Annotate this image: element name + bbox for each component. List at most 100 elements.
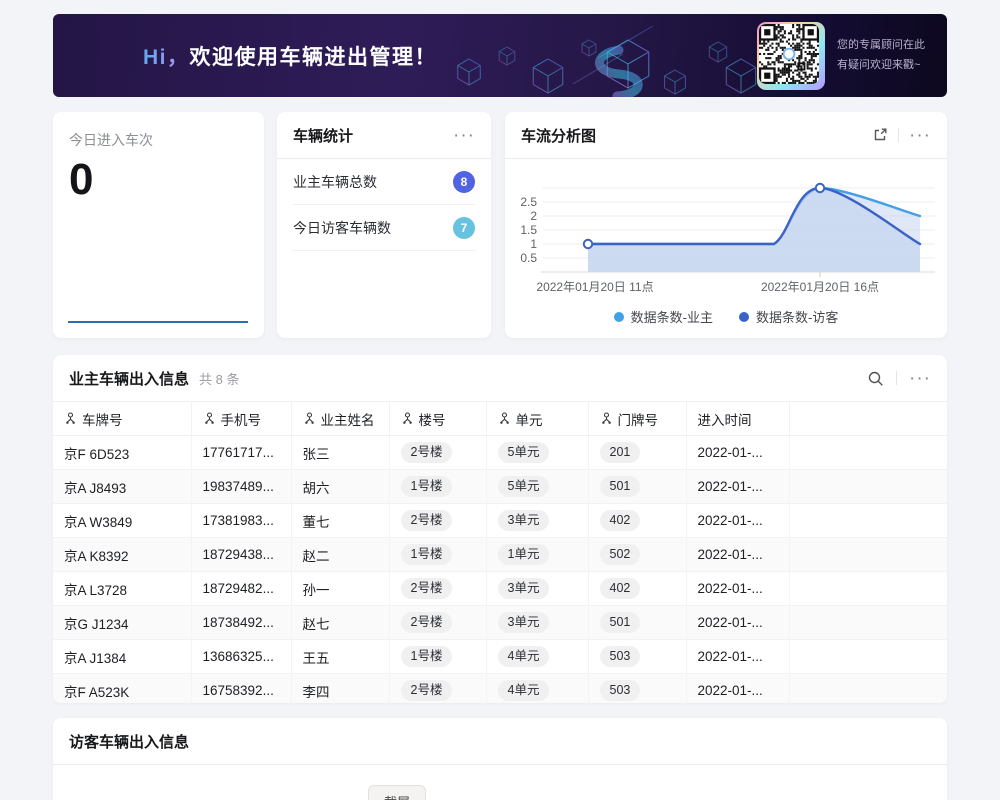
- tag-pill: 501: [600, 476, 641, 497]
- column-header-进入时间[interactable]: 进入时间: [686, 402, 789, 436]
- cell-业主姓名: 赵七: [291, 606, 389, 640]
- tag-pill: 2号楼: [401, 442, 453, 463]
- cell-blank: [789, 674, 947, 704]
- more-menu-icon[interactable]: ···: [909, 126, 931, 145]
- cell-blank: [789, 640, 947, 674]
- screenshot-button[interactable]: 截屏: [368, 785, 426, 800]
- cell-门牌号: 201: [588, 436, 686, 470]
- vehicle-stats-header: 车辆统计 ···: [277, 112, 491, 159]
- column-label: 进入时间: [698, 409, 752, 429]
- column-header-业主姓名[interactable]: 业主姓名: [291, 402, 389, 436]
- table-row[interactable]: 京A J138413686325...王五1号楼4单元5032022-01-..…: [53, 640, 947, 674]
- cell-blank: [789, 538, 947, 572]
- vehicle-stats-card: 车辆统计 ··· 业主车辆总数8今日访客车辆数7: [277, 112, 491, 338]
- cell-手机号: 13686325...: [191, 640, 291, 674]
- cell-车牌号: 京A J1384: [53, 640, 191, 674]
- tag-pill: 2号楼: [401, 578, 453, 599]
- column-header-楼号[interactable]: 楼号: [389, 402, 486, 436]
- table-row[interactable]: 京F 6D52317761717...张三2号楼5单元2012022-01-..…: [53, 436, 947, 470]
- hierarchy-icon: [303, 412, 316, 425]
- hierarchy-icon: [600, 412, 613, 425]
- tag-pill: 1号楼: [401, 544, 453, 565]
- tag-pill: 502: [600, 544, 641, 565]
- tag-pill: 501: [600, 612, 641, 633]
- cell-楼号: 2号楼: [389, 606, 486, 640]
- more-menu-icon[interactable]: ···: [909, 369, 931, 388]
- table-row[interactable]: 京A W384917381983...董七2号楼3单元4022022-01-..…: [53, 504, 947, 538]
- column-header-车牌号[interactable]: 车牌号: [53, 402, 191, 436]
- cell-进入时间: 2022-01-...: [686, 436, 789, 470]
- qr-caption-line2: 有疑问欢迎来戳~: [837, 56, 925, 76]
- table-header-row: 车牌号手机号 业主姓名 楼号 单元 门牌号进入时间: [53, 402, 947, 436]
- tag-pill: 2号楼: [401, 510, 453, 531]
- cell-进入时间: 2022-01-...: [686, 504, 789, 538]
- cell-门牌号: 501: [588, 470, 686, 504]
- table-row[interactable]: 京F A523K16758392...李四2号楼4单元5032022-01-..…: [53, 674, 947, 704]
- cell-手机号: 18729438...: [191, 538, 291, 572]
- cell-单元: 3单元: [486, 606, 588, 640]
- banner-greeting-hi: Hi，: [143, 46, 190, 69]
- cell-车牌号: 京A J8493: [53, 470, 191, 504]
- qr-caption: 您的专属顾问在此 有疑问欢迎来戳~: [837, 36, 925, 76]
- stat-count-badge: 8: [453, 171, 475, 193]
- cell-blank: [789, 606, 947, 640]
- stat-label: 今日访客车辆数: [293, 218, 391, 238]
- card-accent-line: [68, 321, 248, 323]
- traffic-chart-title: 车流分析图: [521, 125, 596, 146]
- legend-item[interactable]: 数据条数-访客: [739, 307, 838, 326]
- column-header-单元[interactable]: 单元: [486, 402, 588, 436]
- more-menu-icon[interactable]: ···: [453, 126, 475, 145]
- vehicle-stats-rows: 业主车辆总数8今日访客车辆数7: [277, 159, 491, 251]
- cell-单元: 5单元: [486, 470, 588, 504]
- tag-pill: 1单元: [498, 544, 550, 565]
- consultant-qr-code[interactable]: [757, 22, 825, 90]
- cell-手机号: 17761717...: [191, 436, 291, 470]
- column-label: 单元: [516, 409, 543, 429]
- search-icon[interactable]: [867, 370, 884, 387]
- cell-单元: 3单元: [486, 504, 588, 538]
- today-entries-label: 今日进入车次: [53, 112, 264, 150]
- traffic-area-chart: 0.511.522.52022年01月20日 11点2022年01月20日 16…: [505, 162, 947, 302]
- table-row[interactable]: 京A K839218729438...赵二1号楼1单元5022022-01-..…: [53, 538, 947, 572]
- cell-业主姓名: 孙一: [291, 572, 389, 606]
- column-header-手机号[interactable]: 手机号: [191, 402, 291, 436]
- column-header-门牌号[interactable]: 门牌号: [588, 402, 686, 436]
- cell-进入时间: 2022-01-...: [686, 538, 789, 572]
- owner-table: 车牌号手机号业主姓名楼号单元门牌号进入时间 京F 6D52317761717..…: [53, 401, 947, 703]
- cell-业主姓名: 胡六: [291, 470, 389, 504]
- hierarchy-icon: [64, 412, 77, 425]
- expand-icon[interactable]: [872, 127, 888, 143]
- traffic-chart-card: 车流分析图 ··· 0.511.522.52022年01月20日 11点2022…: [505, 112, 947, 338]
- hierarchy-icon: [203, 412, 216, 425]
- cell-车牌号: 京A W3849: [53, 504, 191, 538]
- svg-text:2: 2: [530, 209, 537, 223]
- cell-门牌号: 402: [588, 504, 686, 538]
- table-row[interactable]: 京G J123418738492...赵七2号楼3单元5012022-01-..…: [53, 606, 947, 640]
- stat-row: 业主车辆总数8: [293, 159, 475, 205]
- tag-pill: 402: [600, 578, 641, 599]
- header-divider: [898, 128, 899, 142]
- header-divider: [896, 371, 897, 385]
- owner-table-count: 共 8 条: [199, 369, 239, 388]
- qr-caption-line1: 您的专属顾问在此: [837, 36, 925, 56]
- cell-blank: [789, 504, 947, 538]
- tag-pill: 3单元: [498, 578, 550, 599]
- legend-dot-icon: [614, 312, 624, 322]
- cell-手机号: 18729482...: [191, 572, 291, 606]
- cell-业主姓名: 张三: [291, 436, 389, 470]
- legend-item[interactable]: 数据条数-业主: [614, 307, 713, 326]
- column-label: 业主姓名: [321, 409, 375, 429]
- tag-pill: 503: [600, 646, 641, 667]
- table-row[interactable]: 京A J849319837489...胡六1号楼5单元5012022-01-..…: [53, 470, 947, 504]
- cell-楼号: 2号楼: [389, 436, 486, 470]
- tag-pill: 4单元: [498, 680, 550, 701]
- cell-进入时间: 2022-01-...: [686, 640, 789, 674]
- tag-pill: 201: [600, 442, 641, 463]
- cell-单元: 3单元: [486, 572, 588, 606]
- owner-table-card: 业主车辆出入信息 共 8 条 ··· 车牌号手机号业主姓名楼号单元门牌号进入时间…: [53, 355, 947, 703]
- table-row[interactable]: 京A L372818729482...孙一2号楼3单元4022022-01-..…: [53, 572, 947, 606]
- cell-楼号: 2号楼: [389, 572, 486, 606]
- cell-blank: [789, 572, 947, 606]
- tag-pill: 402: [600, 510, 641, 531]
- column-label: 楼号: [419, 409, 446, 429]
